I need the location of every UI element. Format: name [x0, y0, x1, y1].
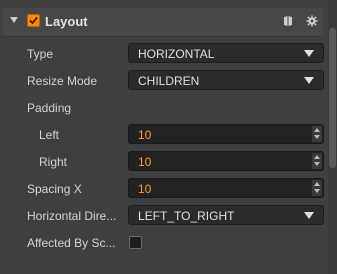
- padding-left-label: Left: [39, 128, 60, 142]
- stepper-up-icon[interactable]: [314, 182, 320, 186]
- chevron-down-icon: [304, 212, 314, 219]
- component-enabled-checkbox[interactable]: [27, 14, 40, 27]
- layout-component-panel: Layout Type HORIZONTAL Resize Mode CHILD…: [0, 0, 337, 274]
- padding-left-value: 10: [138, 128, 152, 142]
- resize-mode-dropdown[interactable]: CHILDREN: [128, 70, 324, 90]
- chevron-down-icon: [304, 77, 314, 84]
- affected-by-scale-checkbox[interactable]: [129, 236, 142, 249]
- spacing-x-label: Spacing X: [27, 182, 82, 196]
- stepper-down-icon[interactable]: [314, 135, 320, 139]
- gear-icon[interactable]: [306, 15, 318, 27]
- padding-right-label: Right: [39, 155, 68, 169]
- number-stepper[interactable]: [312, 126, 322, 142]
- padding-right-value: 10: [138, 155, 152, 169]
- scrollbar[interactable]: [328, 0, 337, 274]
- padding-left-input[interactable]: 10: [128, 124, 324, 144]
- stepper-down-icon[interactable]: [314, 189, 320, 193]
- scrollbar-thumb[interactable]: [329, 28, 336, 168]
- checkmark-icon: [29, 16, 38, 25]
- horizontal-direction-label: Horizontal Dire...: [27, 209, 117, 223]
- padding-right-input[interactable]: 10: [128, 151, 324, 171]
- horizontal-direction-dropdown[interactable]: LEFT_TO_RIGHT: [128, 205, 324, 225]
- header-divider: [3, 36, 323, 37]
- resize-mode-label: Resize Mode: [27, 74, 98, 88]
- number-stepper[interactable]: [312, 180, 322, 196]
- type-value: HORIZONTAL: [138, 47, 215, 61]
- horizontal-direction-value: LEFT_TO_RIGHT: [138, 209, 235, 223]
- chevron-down-icon: [304, 50, 314, 57]
- padding-label: Padding: [27, 101, 72, 115]
- stepper-down-icon[interactable]: [314, 162, 320, 166]
- stepper-up-icon[interactable]: [314, 155, 320, 159]
- collapse-arrow-icon[interactable]: [10, 17, 18, 23]
- number-stepper[interactable]: [312, 153, 322, 169]
- spacing-x-input[interactable]: 10: [128, 178, 324, 198]
- type-label: Type: [27, 47, 54, 61]
- book-icon[interactable]: [282, 15, 294, 27]
- component-title: Layout: [45, 14, 88, 29]
- spacing-x-value: 10: [138, 182, 152, 196]
- stepper-up-icon[interactable]: [314, 128, 320, 132]
- affected-by-scale-label: Affected By Sc...: [27, 236, 116, 250]
- type-dropdown[interactable]: HORIZONTAL: [128, 43, 324, 63]
- resize-mode-value: CHILDREN: [138, 74, 200, 88]
